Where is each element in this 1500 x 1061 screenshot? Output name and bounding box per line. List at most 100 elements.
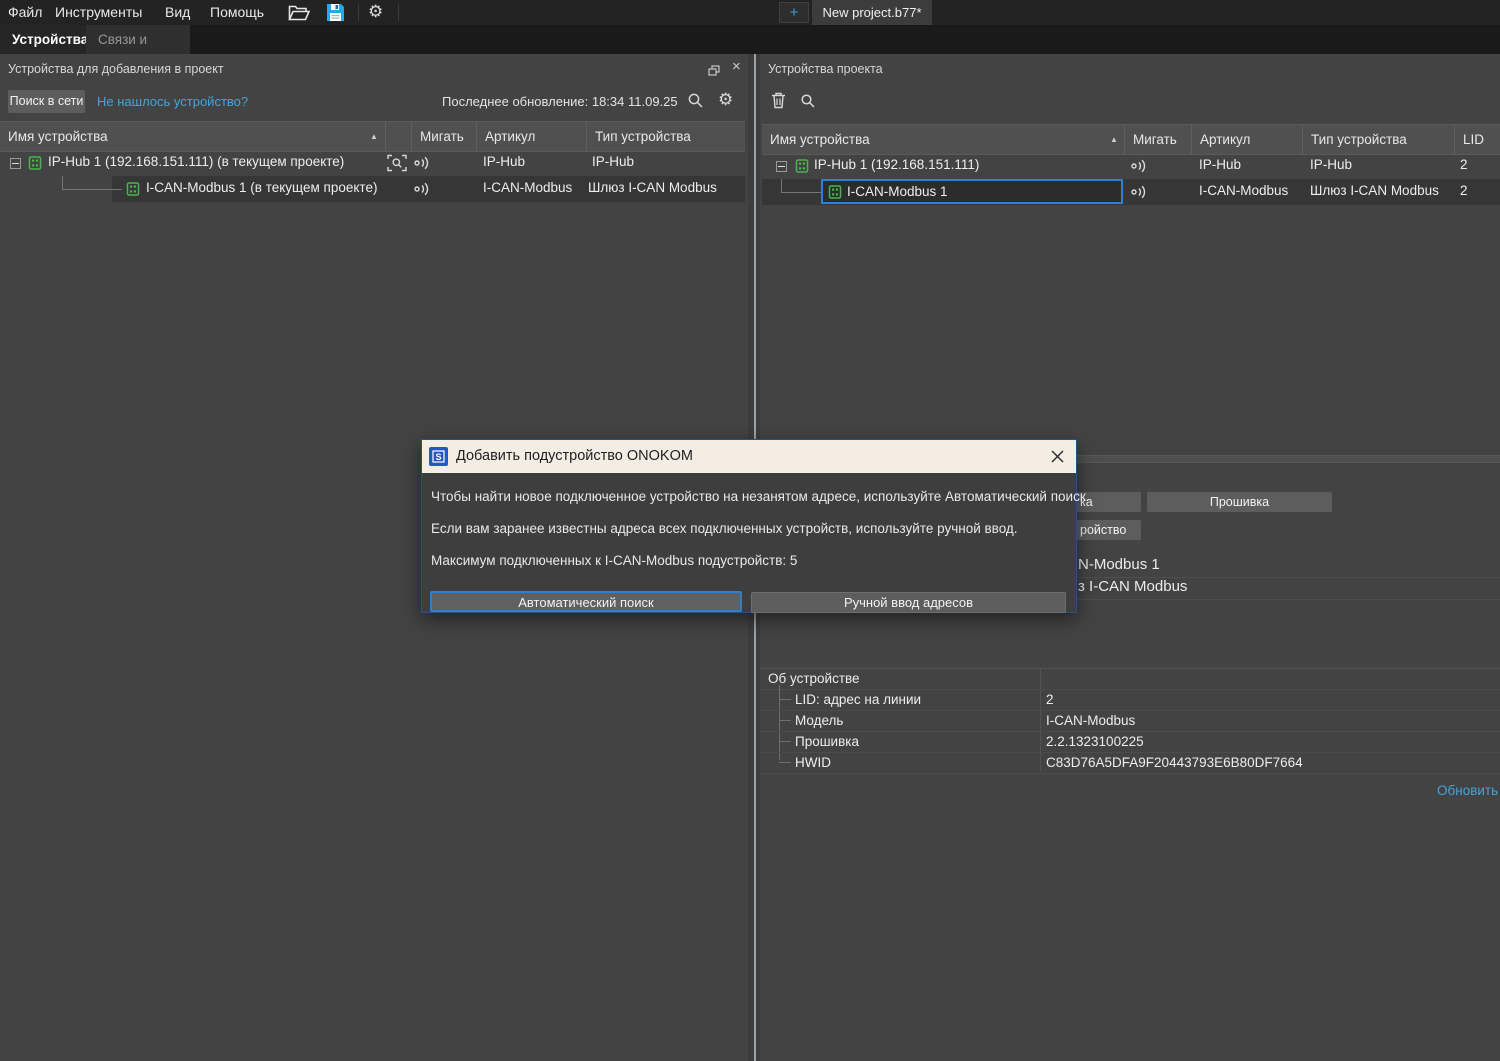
col-name[interactable]: Имя устройства	[0, 122, 386, 151]
menu-file[interactable]: Файл	[4, 0, 46, 25]
col-blink[interactable]: Мигать	[1125, 125, 1192, 154]
device-type: IP-Hub	[1310, 157, 1352, 172]
menu-view[interactable]: Вид	[161, 0, 194, 25]
dialog-titlebar[interactable]: S Добавить подустройство ONOKOM	[422, 440, 1076, 473]
svg-text:S: S	[435, 452, 441, 462]
menubar: Файл Инструменты Вид Помощь ⚙ + New proj…	[0, 0, 1500, 25]
about-row[interactable]: LID: адрес на линии 2	[760, 689, 1500, 710]
col-articul[interactable]: Артикул	[477, 122, 587, 151]
gear-icon[interactable]: ⚙	[368, 3, 383, 20]
tree-connector	[779, 699, 791, 700]
col-articul[interactable]: Артикул	[1192, 125, 1303, 154]
col-type[interactable]: Тип устройства	[1303, 125, 1455, 154]
tree-connector	[781, 179, 782, 192]
main-tabs: Устройства Связи и логика	[0, 25, 1500, 54]
close-icon[interactable]: ×	[732, 58, 741, 75]
dialog-title: Добавить подустройство ONOKOM	[456, 448, 693, 464]
float-icon[interactable]	[708, 63, 720, 81]
blink-icon[interactable]	[413, 156, 431, 175]
new-tab-button[interactable]: +	[779, 2, 809, 23]
about-row[interactable]: Прошивка 2.2.1323100225	[760, 731, 1500, 752]
col-empty[interactable]	[386, 122, 412, 151]
onokom-app-icon: S	[429, 447, 448, 471]
manual-input-button[interactable]: Ручной ввод адресов	[751, 592, 1066, 613]
about-row[interactable]: HWID C83D76A5DFA9F20443793E6B80DF7664	[760, 752, 1500, 773]
dialog-line-2: Если вам заранее известны адреса всех по…	[431, 521, 1018, 536]
about-value: 2	[1046, 692, 1054, 707]
device-articul: IP-Hub	[1199, 157, 1241, 172]
dialog-close-icon[interactable]	[1051, 450, 1064, 468]
last-update-label: Последнее обновление: 18:34 11.09.25	[442, 94, 678, 109]
selected-name-cell[interactable]: I-CAN-Modbus 1	[821, 179, 1123, 204]
about-value: C83D76A5DFA9F20443793E6B80DF7664	[1046, 755, 1303, 770]
col-type[interactable]: Тип устройства	[587, 122, 745, 151]
table-row[interactable]: IP-Hub 1 (192.168.151.111) (в текущем пр…	[0, 150, 745, 176]
table-row[interactable]: I-CAN-Modbus 1 (в текущем проекте) I-CAN…	[0, 176, 745, 202]
device-type-fragment: з I-CAN Modbus	[1078, 578, 1187, 595]
save-icon[interactable]	[326, 3, 345, 27]
about-value: 2.2.1323100225	[1046, 734, 1144, 749]
auto-search-button[interactable]: Автоматический поиск	[430, 591, 742, 612]
col-blink[interactable]: Мигать	[412, 122, 477, 151]
tree-connector	[781, 192, 822, 193]
gear-icon[interactable]: ⚙	[718, 91, 733, 108]
about-row[interactable]: Модель I-CAN-Modbus	[760, 710, 1500, 731]
firmware-button[interactable]: Прошивка	[1147, 492, 1332, 512]
module-icon	[828, 185, 842, 204]
dialog-line-3: Максимум подключенных к I-CAN-Modbus под…	[431, 553, 797, 568]
app-window: Файл Инструменты Вид Помощь ⚙ + New proj…	[0, 0, 1500, 1061]
about-label: HWID	[795, 755, 831, 770]
device-name: I-CAN-Modbus 1 (в текущем проекте)	[146, 180, 377, 195]
about-header: Об устройстве	[768, 671, 860, 686]
col-name[interactable]: Имя устройства	[762, 125, 1125, 154]
panel-title: Устройства для добавления в проект	[8, 62, 224, 76]
menu-help[interactable]: Помощь	[206, 0, 268, 25]
open-folder-icon[interactable]	[288, 4, 310, 26]
tree-connector	[779, 720, 791, 721]
search-network-button[interactable]: Поиск в сети	[8, 90, 85, 113]
trash-icon[interactable]	[771, 92, 786, 114]
device-name-fragment: N-Modbus 1	[1078, 556, 1160, 573]
about-header-row[interactable]: Об устройстве	[760, 669, 1500, 689]
module-icon	[28, 156, 42, 175]
tab-devices[interactable]: Устройства	[0, 25, 86, 54]
device-type: IP-Hub	[592, 154, 634, 169]
device-type: Шлюз I-CAN Modbus	[1310, 183, 1439, 198]
device-articul: IP-Hub	[483, 154, 525, 169]
blink-icon[interactable]	[413, 182, 431, 201]
about-label: Модель	[795, 713, 843, 728]
identify-icon[interactable]	[387, 154, 407, 177]
collapse-toggle-icon[interactable]	[10, 158, 21, 169]
about-label: Прошивка	[795, 734, 859, 749]
tab-links-and-logic[interactable]: Связи и логика	[86, 25, 190, 54]
table-row[interactable]: I-CAN-Modbus 1 I-CAN-Modbus Шлюз I-CAN M…	[762, 179, 1500, 205]
blink-icon[interactable]	[1130, 159, 1148, 178]
table-header: Имя устройства ▲ Мигать Артикул Тип устр…	[762, 124, 1500, 155]
magnifier-icon[interactable]	[687, 92, 704, 114]
tree-connector	[779, 741, 791, 742]
magnifier-icon[interactable]	[800, 93, 816, 114]
device-type: Шлюз I-CAN Modbus	[588, 180, 717, 195]
col-lid[interactable]: LID	[1455, 125, 1500, 154]
add-subdevice-dialog: S Добавить подустройство ONOKOM Чтобы на…	[421, 439, 1077, 613]
panel-title: Устройства проекта	[768, 62, 883, 76]
project-tab[interactable]: New project.b77*	[812, 0, 932, 25]
toolbar-separator	[358, 4, 359, 21]
device-articul: I-CAN-Modbus	[1199, 183, 1288, 198]
tree-connector	[779, 762, 791, 763]
menu-tools[interactable]: Инструменты	[51, 0, 146, 25]
tree-connector	[62, 189, 122, 190]
dialog-line-1: Чтобы найти новое подключенное устройств…	[431, 489, 1090, 504]
device-not-found-link[interactable]: Не нашлось устройство?	[97, 94, 248, 109]
module-icon	[126, 182, 140, 201]
module-icon	[795, 159, 809, 178]
blink-icon[interactable]	[1130, 185, 1148, 204]
about-value: I-CAN-Modbus	[1046, 713, 1135, 728]
refresh-link[interactable]: Обновить	[1437, 783, 1498, 798]
sort-asc-icon: ▲	[370, 132, 378, 141]
separator	[760, 773, 1500, 774]
table-header: Имя устройства ▲ Мигать Артикул Тип устр…	[0, 121, 745, 152]
device-lid: 2	[1460, 157, 1468, 172]
collapse-toggle-icon[interactable]	[776, 161, 787, 172]
table-row[interactable]: IP-Hub 1 (192.168.151.111) IP-Hub IP-Hub…	[762, 153, 1500, 179]
